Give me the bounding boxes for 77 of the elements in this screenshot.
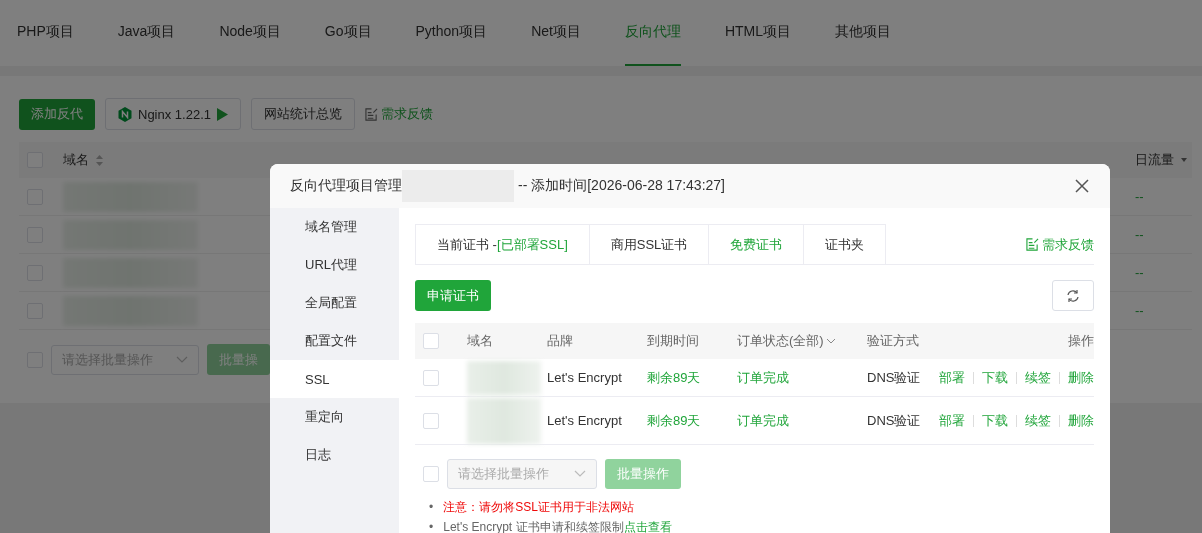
checkbox[interactable] xyxy=(423,369,439,386)
brand-cell-text: Let's Encrypt xyxy=(547,370,623,385)
close-icon[interactable] xyxy=(1074,178,1090,194)
play-icon xyxy=(217,107,228,121)
traffic-cell-text: -- xyxy=(1135,303,1145,318)
brand-cell-text: Let's Encrypt xyxy=(547,413,623,428)
order-status-cell-text: 订单完成 xyxy=(737,368,790,387)
action-link[interactable]: 续签 xyxy=(1025,411,1051,430)
project-tab[interactable]: Go项目 xyxy=(324,0,372,66)
column-header[interactable]: 域名 xyxy=(63,151,89,169)
refresh-icon xyxy=(1066,288,1080,303)
project-tab[interactable]: Net项目 xyxy=(531,0,581,66)
feedback-link[interactable]: 需求反馈 xyxy=(1026,235,1094,254)
cert-tab[interactable]: 当前证书 -[已部署SSL] xyxy=(415,224,590,264)
action-link[interactable]: 续签 xyxy=(1025,368,1051,387)
expiry-cell-text: 剩余89天 xyxy=(647,411,702,430)
checkbox[interactable] xyxy=(423,466,439,482)
action-link[interactable]: 删除 xyxy=(1068,411,1094,430)
action-link[interactable]: 下载 xyxy=(982,411,1008,430)
select-placeholder: 请选择批量操作 xyxy=(458,465,549,483)
chevron-down-icon xyxy=(825,338,836,344)
sidebar-item[interactable]: 重定向 xyxy=(270,398,399,436)
refresh-button[interactable] xyxy=(1052,280,1094,311)
batch-select[interactable]: 请选择批量操作 xyxy=(447,459,597,489)
bullet: • xyxy=(429,519,434,533)
sidebar-item[interactable]: 配置文件 xyxy=(270,322,399,360)
column-header: 域名 xyxy=(467,332,493,350)
apply-cert-button[interactable]: 申请证书 xyxy=(415,280,491,311)
cert-tab[interactable]: 证书夹 xyxy=(803,224,887,264)
view-link[interactable]: 点击查看 xyxy=(623,520,672,533)
column-header[interactable]: 订单状态(全部) xyxy=(737,332,824,350)
feedback-link[interactable]: 需求反馈 xyxy=(365,105,433,123)
project-tab[interactable]: HTML项目 xyxy=(724,0,792,66)
traffic-cell-text: -- xyxy=(1135,189,1145,204)
project-tab[interactable]: 其他项目 xyxy=(835,0,892,66)
action-link[interactable]: 删除 xyxy=(1068,368,1094,387)
verify-method-cell-text: DNS验证 xyxy=(867,368,922,387)
column-header[interactable]: 日流量 xyxy=(1135,151,1174,169)
action-link[interactable]: 下载 xyxy=(982,368,1008,387)
stats-overview-button[interactable]: 网站统计总览 xyxy=(251,98,355,130)
sidebar-item[interactable]: SSL xyxy=(270,360,399,398)
note-text: 注意：请勿将SSL证书用于非法网站 xyxy=(443,499,634,516)
project-tab[interactable]: Java项目 xyxy=(117,0,176,66)
modal-subtitle: -- 添加时间[2026-06-28 17:43:27] xyxy=(518,177,725,195)
column-header: 操作 xyxy=(1068,332,1094,350)
chevron-down-icon xyxy=(574,470,586,478)
project-tab[interactable]: Python项目 xyxy=(415,0,488,66)
checkbox[interactable] xyxy=(423,333,439,349)
sidebar-item[interactable]: 全局配置 xyxy=(270,284,399,322)
action-link[interactable]: 部署 xyxy=(939,411,965,430)
sort-icon xyxy=(95,153,104,167)
sidebar-item[interactable]: URL代理 xyxy=(270,246,399,284)
project-tab[interactable]: Node项目 xyxy=(219,0,281,66)
order-status-cell-text: 订单完成 xyxy=(737,411,790,430)
column-header: 品牌 xyxy=(547,332,573,350)
verify-method-cell-text: DNS验证 xyxy=(867,411,922,430)
checkbox[interactable] xyxy=(423,412,439,429)
traffic-cell-text: -- xyxy=(1135,227,1145,242)
note-text: Let's Encrypt 证书申请和续签限制点击查看 xyxy=(443,519,672,533)
bullet: • xyxy=(429,499,434,516)
column-header: 验证方式 xyxy=(867,332,919,350)
hexagon-n-icon xyxy=(118,106,132,122)
edit-icon xyxy=(1026,238,1039,251)
expiry-cell-text: 剩余89天 xyxy=(647,368,702,387)
project-tab[interactable]: PHP项目 xyxy=(17,0,74,66)
traffic-cell-text: -- xyxy=(1135,265,1145,280)
action-link[interactable]: 部署 xyxy=(939,368,965,387)
chevron-down-icon xyxy=(176,355,188,364)
caret-down-icon xyxy=(1180,157,1188,163)
edit-icon xyxy=(365,107,378,121)
project-tab[interactable]: 反向代理 xyxy=(624,0,681,66)
nginx-button[interactable]: Nginx 1.22.1 xyxy=(105,98,241,130)
modal-title: 反向代理项目管理 xyxy=(290,177,402,195)
add-proxy-button[interactable]: 添加反代 xyxy=(19,98,95,130)
column-header: 到期时间 xyxy=(647,332,699,350)
sidebar-item[interactable]: 日志 xyxy=(270,436,399,474)
sidebar-item[interactable]: 域名管理 xyxy=(270,208,399,246)
